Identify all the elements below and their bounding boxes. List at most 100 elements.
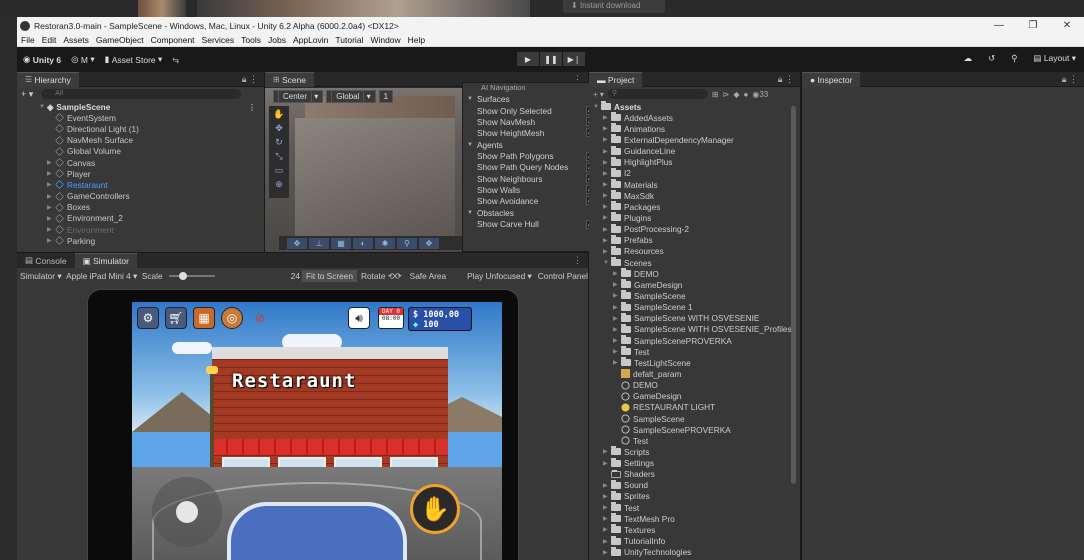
collapse-arrow-icon[interactable]: ▶ xyxy=(613,326,621,333)
hierarchy-search-input[interactable]: All xyxy=(41,89,242,99)
scene-root[interactable]: ▼ ◈ SampleScene ⋮ xyxy=(17,101,264,112)
expand-arrow-icon[interactable]: ▶ xyxy=(47,215,55,222)
expand-arrow-icon[interactable]: ▶ xyxy=(47,181,55,188)
hierarchy-item[interactable]: ▶ Canvas xyxy=(17,157,264,168)
tab-console[interactable]: ▤ Console xyxy=(17,253,75,268)
project-item[interactable]: ▶ MaxSdk xyxy=(589,190,800,201)
collapse-arrow-icon[interactable]: ▶ xyxy=(603,493,611,500)
project-item[interactable]: ▶ SampleScene 1 xyxy=(589,301,800,313)
collapse-arrow-icon[interactable]: ▶ xyxy=(603,192,611,199)
pizza-icon[interactable]: ◎ xyxy=(221,307,243,329)
maximize-button[interactable]: ❐ xyxy=(1016,20,1050,31)
menu-item-tutorial[interactable]: Tutorial xyxy=(335,35,363,45)
grid-value[interactable]: 1 xyxy=(378,90,394,103)
menu-item-file[interactable]: File xyxy=(21,35,35,45)
more-icon[interactable]: ⋮ xyxy=(573,253,582,268)
expand-arrow-icon[interactable]: ▶ xyxy=(47,159,55,166)
hierarchy-item[interactable]: ▶ Boxes xyxy=(17,202,264,213)
move-icon[interactable]: ✥ xyxy=(287,237,307,249)
space-dropdown[interactable]: Global ▾ xyxy=(326,90,376,103)
collapse-arrow-icon[interactable]: ▶ xyxy=(603,482,611,489)
collapse-arrow-icon[interactable]: ▶ xyxy=(613,348,621,355)
expand-arrow-icon[interactable]: ▼ xyxy=(593,104,601,110)
collapse-arrow-icon[interactable]: ▶ xyxy=(603,226,611,233)
lock-icon[interactable]: 🔒︎ ⋮ xyxy=(778,74,794,85)
collapse-arrow-icon[interactable]: ▶ xyxy=(603,515,611,522)
collapse-arrow-icon[interactable]: ▶ xyxy=(603,148,611,155)
expand-arrow-icon[interactable]: ▼ xyxy=(603,260,611,266)
play-button[interactable]: ▶ xyxy=(517,52,539,66)
collapse-arrow-icon[interactable]: ▶ xyxy=(613,292,621,299)
project-item[interactable]: ▶ Animations xyxy=(589,123,800,134)
tab-hierarchy[interactable]: ☰ Hierarchy xyxy=(17,71,79,87)
menu-item-applovin[interactable]: AppLovin xyxy=(293,35,328,45)
project-item[interactable]: defalt_param xyxy=(589,368,800,379)
hierarchy-item[interactable]: ▶ Environment xyxy=(17,224,264,235)
collapse-arrow-icon[interactable]: ▶ xyxy=(613,315,621,322)
project-search-input[interactable]: ⚲ xyxy=(607,89,708,99)
collapse-arrow-icon[interactable]: ▶ xyxy=(603,214,611,221)
history-icon[interactable]: ↺ xyxy=(988,53,995,64)
no-ads-icon[interactable]: ⊘ xyxy=(249,307,271,329)
snap-icon[interactable]: ⊥ xyxy=(309,237,329,249)
menu-item-edit[interactable]: Edit xyxy=(42,35,57,45)
more-icon[interactable]: ⋮ xyxy=(248,102,256,112)
project-scrollbar[interactable] xyxy=(791,106,796,484)
menu-item-assets[interactable]: Assets xyxy=(63,35,89,45)
tab-scene[interactable]: ⊞ Scene xyxy=(265,71,315,87)
hierarchy-item[interactable]: EventSystem xyxy=(17,112,264,123)
lock-icon[interactable]: 🔒︎ ⋮ xyxy=(242,74,258,85)
project-item[interactable]: ▶ TextMesh Pro xyxy=(589,513,800,524)
collapse-arrow-icon[interactable]: ▶ xyxy=(603,170,611,177)
tab-simulator[interactable]: ▣ Simulator xyxy=(74,253,137,268)
shop-cart-icon[interactable]: 🛒︎ xyxy=(165,307,187,329)
version-control-button[interactable]: ⥃ xyxy=(172,54,179,65)
search-icon[interactable]: ⚲ xyxy=(1011,53,1017,64)
search-icon[interactable]: ⚲ xyxy=(397,237,417,249)
hierarchy-item[interactable]: ▶ Environment_2 xyxy=(17,213,264,224)
project-item[interactable]: ▶ Test xyxy=(589,502,800,513)
menu-item-window[interactable]: Window xyxy=(370,35,400,45)
project-item[interactable]: ▶ Plugins xyxy=(589,212,800,223)
close-button[interactable]: ✕ xyxy=(1050,20,1084,31)
project-item[interactable]: ▶ Resources xyxy=(589,245,800,257)
project-item[interactable]: ▶ PostProcessing-2 xyxy=(589,223,800,235)
effects-icon[interactable]: ✱ xyxy=(375,237,395,249)
collapse-arrow-icon[interactable]: ▶ xyxy=(603,549,611,556)
expand-arrow-icon[interactable]: ▶ xyxy=(47,204,55,211)
sound-icon[interactable]: 🔊︎ xyxy=(348,307,370,329)
calendar-icon[interactable]: ▦ xyxy=(193,307,215,329)
project-item[interactable]: ▶ GuidanceLine xyxy=(589,145,800,157)
collapse-arrow-icon[interactable]: ▶ xyxy=(603,248,611,255)
settings-gear-icon[interactable]: ⚙ xyxy=(137,307,159,329)
collapse-arrow-icon[interactable]: ▶ xyxy=(613,337,621,344)
project-item[interactable]: ▶ Packages xyxy=(589,201,800,212)
hierarchy-item[interactable]: ▶ Player xyxy=(17,168,264,179)
project-item[interactable]: ▶ TutorialInfo xyxy=(589,535,800,546)
account-button[interactable]: ◉ Unity 6 xyxy=(23,54,61,65)
pause-button[interactable]: ❚❚ xyxy=(540,52,562,66)
add-icon[interactable]: + ▾ xyxy=(593,90,604,99)
tab-project[interactable]: ▬ Project xyxy=(589,71,643,87)
project-item[interactable]: ▶ Materials xyxy=(589,179,800,190)
assets-root[interactable]: ▼ Assets xyxy=(589,101,800,112)
filter-icon[interactable]: ⊞ xyxy=(712,90,719,99)
collapse-arrow-icon[interactable]: ▶ xyxy=(603,203,611,210)
nav-section-header[interactable]: ▼ Obstacles xyxy=(463,207,599,219)
project-item[interactable]: RESTAURANT LIGHT xyxy=(589,402,800,413)
collapse-arrow-icon[interactable]: ▶ xyxy=(603,237,611,244)
project-item[interactable]: ▶ Sound xyxy=(589,479,800,491)
menu-item-tools[interactable]: Tools xyxy=(241,35,261,45)
cloud-icon[interactable]: ☁ xyxy=(964,53,973,64)
hand-action-button[interactable]: ✋ xyxy=(410,484,460,534)
menu-item-services[interactable]: Services xyxy=(202,35,235,45)
project-item[interactable]: ▶ ExternalDependencyManager xyxy=(589,134,800,145)
add-icon[interactable]: + ▾ xyxy=(21,89,33,100)
collapse-arrow-icon[interactable]: ▶ xyxy=(603,460,611,467)
expand-arrow-icon[interactable]: ▶ xyxy=(47,237,55,244)
control-panel-button[interactable]: Control Panel xyxy=(538,271,588,281)
info-icon[interactable]: ● xyxy=(743,90,748,99)
expand-arrow-icon[interactable]: ▶ xyxy=(47,193,55,200)
project-item[interactable]: ▼ Scenes xyxy=(589,257,800,268)
scale-tool-icon[interactable]: ⤡ xyxy=(271,150,287,162)
